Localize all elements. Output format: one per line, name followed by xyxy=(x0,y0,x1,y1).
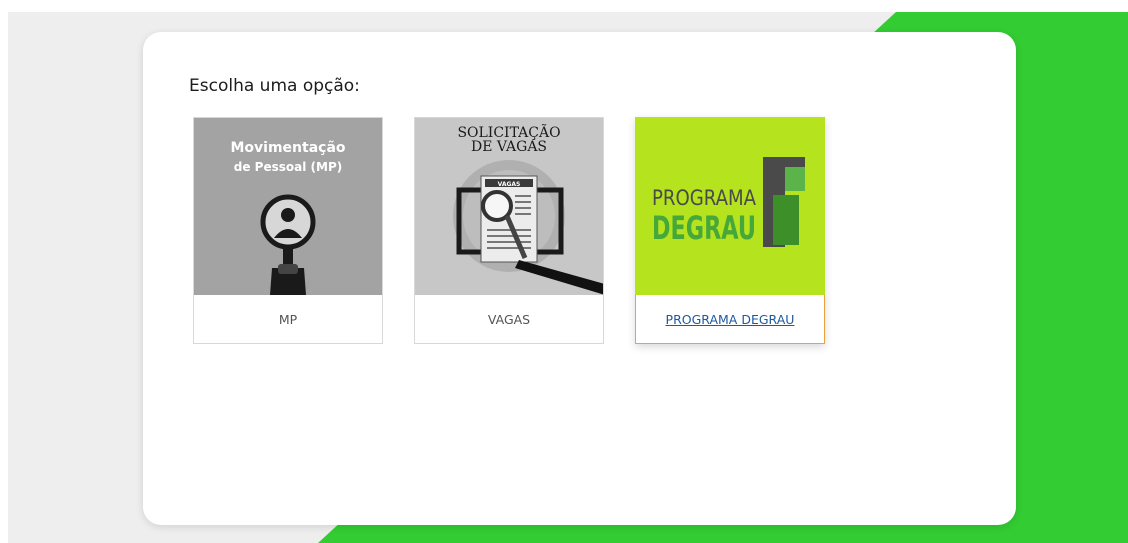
page-heading: Escolha uma opção: xyxy=(189,76,360,96)
vagas-newspaper-header: VAGAS xyxy=(498,181,521,188)
option-tile-vagas[interactable]: SOLICITAÇÃO DE VAGAS VAGAS VAGAS xyxy=(414,117,604,344)
degrau-logo-text-line2: DEGRAU xyxy=(652,209,756,247)
degrau-logo-text-line1: PROGRAMA xyxy=(652,186,756,210)
degrau-step-logo-icon xyxy=(763,157,805,247)
vagas-caption[interactable]: VAGAS xyxy=(415,295,603,343)
option-tile-programa-degrau[interactable]: PROGRAMA DEGRAU PROGRAMA DEGRAU xyxy=(635,117,825,344)
option-tile-mp[interactable]: Movimentação de Pessoal (MP) MP xyxy=(193,117,383,344)
mp-caption[interactable]: MP xyxy=(194,295,382,343)
programa-degrau-thumbnail[interactable]: PROGRAMA DEGRAU xyxy=(635,117,825,295)
vagas-thumbnail[interactable]: SOLICITAÇÃO DE VAGAS VAGAS xyxy=(415,118,603,295)
page-background: Escolha uma opção: Movimentação de Pesso… xyxy=(8,12,1128,543)
programa-degrau-link[interactable]: PROGRAMA DEGRAU xyxy=(666,312,795,327)
mp-thumbnail[interactable]: Movimentação de Pessoal (MP) xyxy=(194,118,382,295)
programa-degrau-caption: PROGRAMA DEGRAU xyxy=(636,295,824,343)
vagas-image-title-line2: DE VAGAS xyxy=(471,139,547,155)
options-card: Escolha uma opção: Movimentação de Pesso… xyxy=(143,32,1016,525)
mp-image-title-line1: Movimentação xyxy=(230,140,345,156)
mp-image-title-line2: de Pessoal (MP) xyxy=(234,160,342,174)
